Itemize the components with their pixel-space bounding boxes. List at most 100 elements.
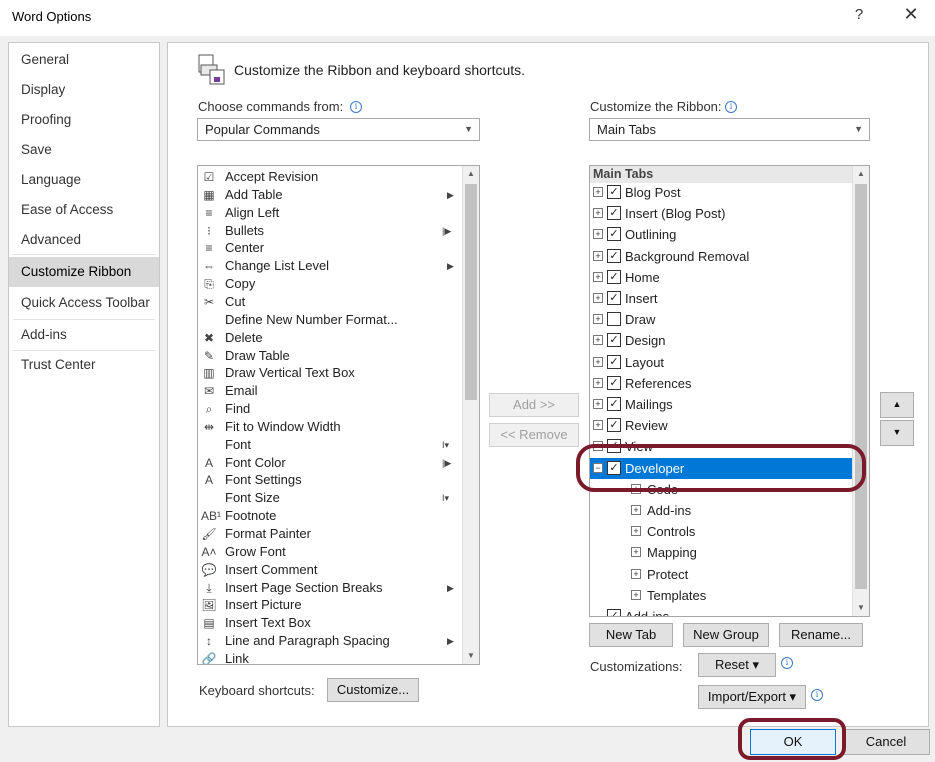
checkbox[interactable] (607, 312, 621, 327)
expand-icon[interactable]: + (631, 589, 641, 600)
command-item[interactable]: A˄ Grow Font (198, 543, 463, 561)
new-group-button[interactable]: New Group (683, 623, 769, 647)
help-icon[interactable]: ? (848, 6, 870, 28)
cancel-button[interactable]: Cancel (842, 729, 930, 755)
checkbox[interactable]: ✓ (607, 227, 621, 242)
command-item[interactable]: Font Size I▾ (198, 489, 463, 507)
scroll-thumb[interactable] (465, 184, 477, 400)
command-item[interactable]: ≡ Center (198, 239, 463, 257)
command-item[interactable]: ⇹ Fit to Window Width (198, 418, 463, 436)
tree-item[interactable]: + Draw (590, 309, 853, 330)
tree-item[interactable]: + ✓ Insert (Blog Post) (590, 203, 853, 224)
command-item[interactable]: ⤓ Insert Page Section Breaks ▶ (198, 579, 463, 597)
command-item[interactable]: 🖼 Insert Picture (198, 596, 463, 614)
expand-icon[interactable]: + (593, 377, 603, 388)
checkbox[interactable]: ✓ (607, 354, 621, 369)
nav-item-advanced[interactable]: Advanced (9, 225, 159, 255)
new-tab-button[interactable]: New Tab (589, 623, 673, 647)
command-item[interactable]: ⌕ Find (198, 400, 463, 418)
tree-item[interactable]: + Templates (590, 585, 853, 606)
scroll-thumb[interactable] (855, 184, 867, 589)
expand-icon[interactable]: + (593, 314, 603, 325)
expand-icon[interactable]: + (631, 505, 641, 515)
command-item[interactable]: 🔗 Link (198, 650, 463, 664)
checkbox[interactable]: ✓ (607, 291, 621, 305)
customize-ribbon-dropdown[interactable]: Main Tabs ▼ (589, 118, 870, 141)
tree-item[interactable]: + ✓ Outlining (590, 224, 853, 245)
scroll-down-icon[interactable]: ▼ (463, 648, 479, 664)
expand-icon[interactable]: + (593, 356, 603, 367)
rename-button[interactable]: Rename... (779, 623, 863, 647)
tree-item[interactable]: + ✓ Home (590, 267, 853, 288)
expand-icon[interactable]: + (593, 208, 603, 219)
checkbox[interactable]: ✓ (607, 375, 621, 390)
scroll-down-icon[interactable]: ▼ (853, 600, 869, 616)
tree-item[interactable]: + ✓ Mailings (590, 394, 853, 415)
tree-scrollbar[interactable]: ▲ ▼ (852, 166, 869, 616)
command-item[interactable]: Font I▾ (198, 436, 463, 454)
import-export-button[interactable]: Import/Export ▾ (698, 685, 806, 709)
tree-item[interactable]: + ✓ Blog Post (590, 182, 853, 203)
close-icon[interactable]: ✕ (898, 4, 924, 30)
checkbox[interactable]: ✓ (607, 418, 621, 433)
choose-commands-dropdown[interactable]: Popular Commands ▼ (197, 118, 480, 141)
tree-item[interactable]: + ✓ Layout (590, 352, 853, 373)
expand-icon[interactable]: + (631, 526, 641, 537)
expand-icon[interactable]: + (593, 420, 603, 431)
checkbox[interactable]: ✓ (607, 269, 621, 284)
nav-item-general[interactable]: General (9, 45, 159, 75)
remove-button[interactable]: << Remove (489, 423, 579, 447)
command-item[interactable]: Define New Number Format... (198, 311, 463, 329)
command-item[interactable]: ▥ Draw Vertical Text Box (198, 364, 463, 382)
expand-icon[interactable]: + (593, 229, 603, 240)
nav-item-quick-access-toolbar[interactable]: Quick Access Toolbar (9, 288, 159, 318)
command-item[interactable]: ≡ Align Left (198, 204, 463, 222)
tree-item[interactable]: + ✓ Background Removal (590, 246, 853, 267)
expand-icon[interactable]: + (631, 547, 641, 558)
move-up-button[interactable]: ▲ (880, 392, 914, 418)
expand-icon[interactable]: + (593, 293, 603, 303)
nav-item-trust-center[interactable]: Trust Center (9, 350, 159, 380)
command-item[interactable]: 💬 Insert Comment (198, 561, 463, 579)
tree-item[interactable]: + Mapping (590, 542, 853, 563)
command-item[interactable]: A Font Color |▶ (198, 454, 463, 472)
tree-item[interactable]: + Add-ins (590, 500, 853, 521)
nav-item-proofing[interactable]: Proofing (9, 105, 159, 135)
ribbon-tabs-tree[interactable]: Main Tabs + ✓ Blog Post + ✓ Insert (Blog Post… (589, 165, 870, 617)
expand-icon[interactable]: + (593, 399, 603, 409)
checkbox[interactable]: ✓ (607, 397, 621, 411)
command-item[interactable]: ⎘ Copy (198, 275, 463, 293)
tree-item[interactable]: ✓ Add-ins (590, 606, 853, 616)
nav-item-display[interactable]: Display (9, 75, 159, 105)
nav-item-save[interactable]: Save (9, 135, 159, 165)
checkbox[interactable]: ✓ (607, 333, 621, 348)
nav-item-customize-ribbon[interactable]: Customize Ribbon (9, 257, 159, 287)
command-item[interactable]: ⇔ Change List Level ▶ (198, 257, 463, 275)
tree-item[interactable]: + ✓ Review (590, 415, 853, 436)
expand-icon[interactable]: + (593, 335, 603, 346)
command-item[interactable]: ✂ Cut (198, 293, 463, 311)
reset-button[interactable]: Reset ▾ (698, 653, 776, 677)
tree-item[interactable]: + ✓ Design (590, 330, 853, 351)
customize-shortcuts-button[interactable]: Customize... (327, 678, 419, 702)
command-item[interactable]: ↕ Line and Paragraph Spacing ▶ (198, 632, 463, 650)
nav-item-ease-of-access[interactable]: Ease of Access (9, 195, 159, 225)
command-item[interactable]: ▦ Add Table ▶ (198, 186, 463, 204)
expand-icon[interactable]: + (593, 187, 603, 197)
scroll-up-icon[interactable]: ▲ (463, 166, 479, 182)
info-icon[interactable]: i (811, 689, 823, 701)
add-button[interactable]: Add >> (489, 393, 579, 417)
command-item[interactable]: ✎ Draw Table (198, 347, 463, 365)
command-item[interactable]: 🖌 Format Painter (198, 525, 463, 543)
nav-item-language[interactable]: Language (9, 165, 159, 195)
tree-item[interactable]: + Controls (590, 521, 853, 542)
command-item[interactable]: ⁝ Bullets |▶ (198, 222, 463, 240)
checkbox[interactable]: ✓ (607, 185, 621, 199)
tree-item[interactable]: + ✓ Insert (590, 288, 853, 309)
expand-icon[interactable]: + (593, 271, 603, 282)
commands-scrollbar[interactable]: ▲ ▼ (462, 166, 479, 664)
tree-item[interactable]: + ✓ References (590, 373, 853, 394)
nav-item-add-ins[interactable]: Add-ins (9, 320, 159, 350)
command-item[interactable]: AB¹ Footnote (198, 507, 463, 525)
scroll-up-icon[interactable]: ▲ (853, 166, 869, 182)
